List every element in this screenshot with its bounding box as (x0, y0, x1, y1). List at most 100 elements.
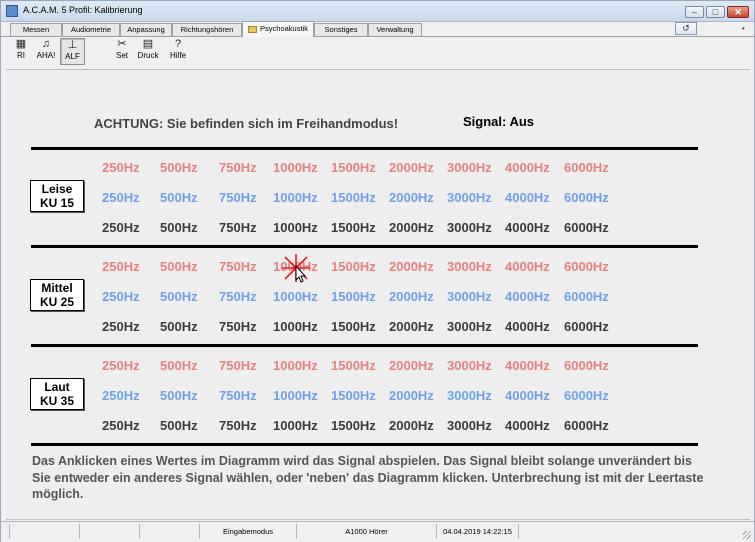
freq-mittel-black-1000hz[interactable]: 1000Hz (273, 319, 318, 334)
freq-mittel-blue-750hz[interactable]: 750Hz (219, 289, 257, 304)
freq-leise-blue-1000hz[interactable]: 1000Hz (273, 190, 318, 205)
freq-laut-red-6000hz[interactable]: 6000Hz (564, 358, 609, 373)
freq-mittel-red-500hz[interactable]: 500Hz (160, 259, 198, 274)
freq-leise-black-2000hz[interactable]: 2000Hz (389, 220, 434, 235)
freq-mittel-blue-3000hz[interactable]: 3000Hz (447, 289, 492, 304)
freq-laut-red-250hz[interactable]: 250Hz (102, 358, 140, 373)
freq-mittel-red-2000hz[interactable]: 2000Hz (389, 259, 434, 274)
freq-laut-red-1500hz[interactable]: 1500Hz (331, 358, 376, 373)
freq-leise-red-1500hz[interactable]: 1500Hz (331, 160, 376, 175)
freq-leise-black-250hz[interactable]: 250Hz (102, 220, 140, 235)
level-mittel-button[interactable]: Mittel KU 25 (30, 279, 84, 311)
freq-leise-black-6000hz[interactable]: 6000Hz (564, 220, 609, 235)
toolbar-hilfe-button[interactable]: ? Hilfe (166, 38, 190, 65)
level-laut-button[interactable]: Laut KU 35 (30, 378, 84, 410)
tab-richtungshoeren[interactable]: Richtungshören (172, 23, 242, 36)
tab-sonstiges[interactable]: Sonstiges (314, 23, 368, 36)
freq-laut-black-1500hz[interactable]: 1500Hz (331, 418, 376, 433)
freq-laut-red-750hz[interactable]: 750Hz (219, 358, 257, 373)
freq-mittel-red-4000hz[interactable]: 4000Hz (505, 259, 550, 274)
freq-mittel-black-250hz[interactable]: 250Hz (102, 319, 140, 334)
freq-mittel-blue-250hz[interactable]: 250Hz (102, 289, 140, 304)
minimize-button[interactable]: – (685, 6, 704, 18)
freq-laut-red-1000hz[interactable]: 1000Hz (273, 358, 318, 373)
freq-leise-black-1500hz[interactable]: 1500Hz (331, 220, 376, 235)
freq-laut-black-4000hz[interactable]: 4000Hz (505, 418, 550, 433)
toolbar-set-button[interactable]: ✂ Set (110, 38, 134, 65)
freq-mittel-black-3000hz[interactable]: 3000Hz (447, 319, 492, 334)
freq-leise-red-4000hz[interactable]: 4000Hz (505, 160, 550, 175)
freq-leise-blue-3000hz[interactable]: 3000Hz (447, 190, 492, 205)
freq-mittel-black-750hz[interactable]: 750Hz (219, 319, 257, 334)
resize-grip-icon[interactable] (743, 531, 751, 539)
maximize-button[interactable]: □ (706, 6, 725, 18)
tab-verwaltung[interactable]: Verwaltung (368, 23, 422, 36)
freq-laut-blue-4000hz[interactable]: 4000Hz (505, 388, 550, 403)
freq-laut-blue-1500hz[interactable]: 1500Hz (331, 388, 376, 403)
freq-leise-red-2000hz[interactable]: 2000Hz (389, 160, 434, 175)
freq-laut-black-500hz[interactable]: 500Hz (160, 418, 198, 433)
tab-messen[interactable]: Messen (10, 23, 62, 36)
freq-laut-black-250hz[interactable]: 250Hz (102, 418, 140, 433)
freq-mittel-blue-4000hz[interactable]: 4000Hz (505, 289, 550, 304)
freq-leise-blue-250hz[interactable]: 250Hz (102, 190, 140, 205)
refresh-icon[interactable]: ↺ (675, 22, 697, 35)
freq-mittel-black-4000hz[interactable]: 4000Hz (505, 319, 550, 334)
freq-leise-black-4000hz[interactable]: 4000Hz (505, 220, 550, 235)
freq-mittel-red-250hz[interactable]: 250Hz (102, 259, 140, 274)
freq-mittel-red-3000hz[interactable]: 3000Hz (447, 259, 492, 274)
freq-laut-blue-500hz[interactable]: 500Hz (160, 388, 198, 403)
freq-laut-blue-1000hz[interactable]: 1000Hz (273, 388, 318, 403)
freq-mittel-red-1500hz[interactable]: 1500Hz (331, 259, 376, 274)
level-leise-button[interactable]: Leise KU 15 (30, 180, 84, 212)
freq-mittel-red-750hz[interactable]: 750Hz (219, 259, 257, 274)
freq-leise-red-750hz[interactable]: 750Hz (219, 160, 257, 175)
freq-leise-red-6000hz[interactable]: 6000Hz (564, 160, 609, 175)
tab-psychoakustik[interactable]: Psychoakustik (242, 21, 314, 37)
toolbar-alf-button[interactable]: ⊥ ALF (60, 38, 85, 65)
freq-laut-blue-3000hz[interactable]: 3000Hz (447, 388, 492, 403)
freq-mittel-blue-500hz[interactable]: 500Hz (160, 289, 198, 304)
freq-laut-blue-250hz[interactable]: 250Hz (102, 388, 140, 403)
freq-mittel-blue-1500hz[interactable]: 1500Hz (331, 289, 376, 304)
freq-leise-red-1000hz[interactable]: 1000Hz (273, 160, 318, 175)
freq-laut-black-6000hz[interactable]: 6000Hz (564, 418, 609, 433)
freq-laut-black-3000hz[interactable]: 3000Hz (447, 418, 492, 433)
freq-laut-black-2000hz[interactable]: 2000Hz (389, 418, 434, 433)
freq-leise-blue-4000hz[interactable]: 4000Hz (505, 190, 550, 205)
freq-laut-red-2000hz[interactable]: 2000Hz (389, 358, 434, 373)
tab-audiometrie[interactable]: Audiometrie (62, 23, 120, 36)
freq-leise-black-3000hz[interactable]: 3000Hz (447, 220, 492, 235)
toolbar-aha-button[interactable]: ♫ AHA! (34, 38, 58, 65)
freq-leise-red-250hz[interactable]: 250Hz (102, 160, 140, 175)
toolbar-druck-button[interactable]: ▤ Druck (135, 38, 161, 65)
freq-mittel-blue-2000hz[interactable]: 2000Hz (389, 289, 434, 304)
freq-leise-red-500hz[interactable]: 500Hz (160, 160, 198, 175)
freq-leise-black-1000hz[interactable]: 1000Hz (273, 220, 318, 235)
freq-laut-red-500hz[interactable]: 500Hz (160, 358, 198, 373)
freq-leise-blue-6000hz[interactable]: 6000Hz (564, 190, 609, 205)
freq-leise-blue-2000hz[interactable]: 2000Hz (389, 190, 434, 205)
freq-mittel-blue-6000hz[interactable]: 6000Hz (564, 289, 609, 304)
freq-leise-blue-750hz[interactable]: 750Hz (219, 190, 257, 205)
freq-mittel-black-500hz[interactable]: 500Hz (160, 319, 198, 334)
freq-leise-red-3000hz[interactable]: 3000Hz (447, 160, 492, 175)
freq-laut-red-3000hz[interactable]: 3000Hz (447, 358, 492, 373)
freq-mittel-black-6000hz[interactable]: 6000Hz (564, 319, 609, 334)
freq-laut-black-750hz[interactable]: 750Hz (219, 418, 257, 433)
freq-mittel-black-1500hz[interactable]: 1500Hz (331, 319, 376, 334)
freq-leise-black-750hz[interactable]: 750Hz (219, 220, 257, 235)
freq-laut-blue-2000hz[interactable]: 2000Hz (389, 388, 434, 403)
tab-anpassung[interactable]: Anpassung (120, 23, 172, 36)
freq-mittel-red-6000hz[interactable]: 6000Hz (564, 259, 609, 274)
freq-mittel-black-2000hz[interactable]: 2000Hz (389, 319, 434, 334)
freq-laut-blue-750hz[interactable]: 750Hz (219, 388, 257, 403)
freq-mittel-blue-1000hz[interactable]: 1000Hz (273, 289, 318, 304)
freq-leise-black-500hz[interactable]: 500Hz (160, 220, 198, 235)
freq-laut-black-1000hz[interactable]: 1000Hz (273, 418, 318, 433)
freq-laut-blue-6000hz[interactable]: 6000Hz (564, 388, 609, 403)
freq-leise-blue-500hz[interactable]: 500Hz (160, 190, 198, 205)
freq-leise-blue-1500hz[interactable]: 1500Hz (331, 190, 376, 205)
toolbar-ri-button[interactable]: ▦ RI (9, 38, 33, 65)
freq-laut-red-4000hz[interactable]: 4000Hz (505, 358, 550, 373)
